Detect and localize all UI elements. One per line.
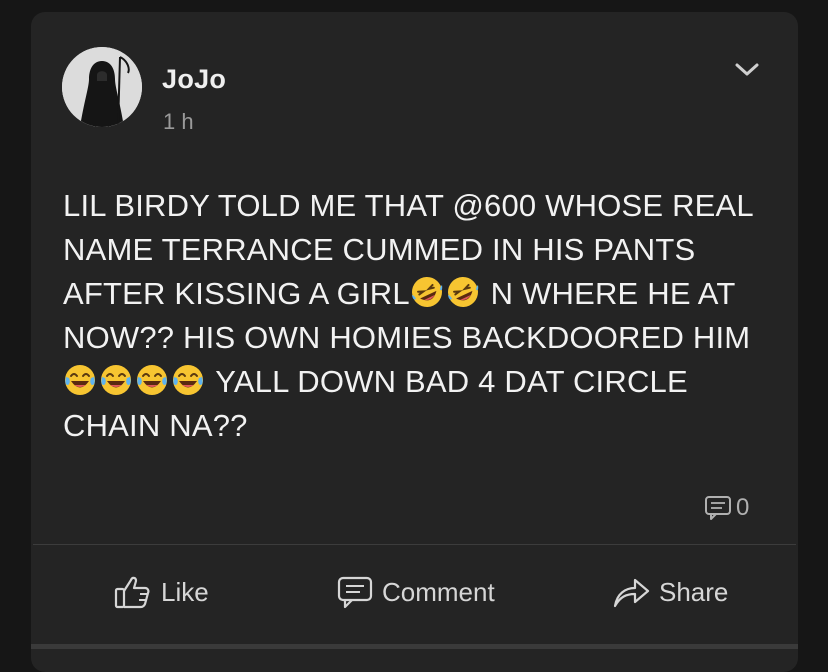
chevron-down-icon: [735, 63, 759, 76]
comment-label: Comment: [382, 576, 495, 607]
post-text: LIL BIRDY TOLD ME THAT @600 WHOSE REAL N…: [63, 184, 763, 448]
action-bar: Like Comment Share: [31, 567, 798, 617]
tears-of-joy-emoji: [63, 363, 97, 397]
share-label: Share: [659, 576, 729, 607]
post-card: JoJo 1 h LIL BIRDY TOLD ME THAT @600 WHO…: [31, 12, 798, 672]
bottom-divider: [31, 644, 798, 649]
post-menu-button[interactable]: [731, 57, 763, 83]
avatar[interactable]: [62, 47, 142, 127]
tears-of-joy-emoji: [99, 363, 133, 397]
comment-count[interactable]: 0: [704, 494, 749, 522]
post-time: 1 h: [163, 109, 194, 134]
tears-of-joy-emoji: [135, 363, 169, 397]
comment-icon: [705, 496, 731, 520]
rofl-emoji: [446, 275, 480, 309]
comment-icon: [337, 576, 373, 609]
grim-reaper-icon: [62, 47, 142, 127]
comment-count-value: 0: [736, 494, 750, 521]
comment-button[interactable]: Comment: [336, 567, 495, 617]
rofl-emoji: [410, 275, 444, 309]
like-button[interactable]: Like: [113, 567, 209, 617]
divider: [33, 544, 796, 545]
share-button[interactable]: Share: [611, 567, 728, 617]
like-label: Like: [161, 576, 209, 607]
tears-of-joy-emoji: [171, 363, 205, 397]
thumbs-up-icon: [114, 576, 150, 609]
author-name[interactable]: JoJo: [162, 64, 226, 95]
share-arrow-icon: [613, 578, 650, 608]
